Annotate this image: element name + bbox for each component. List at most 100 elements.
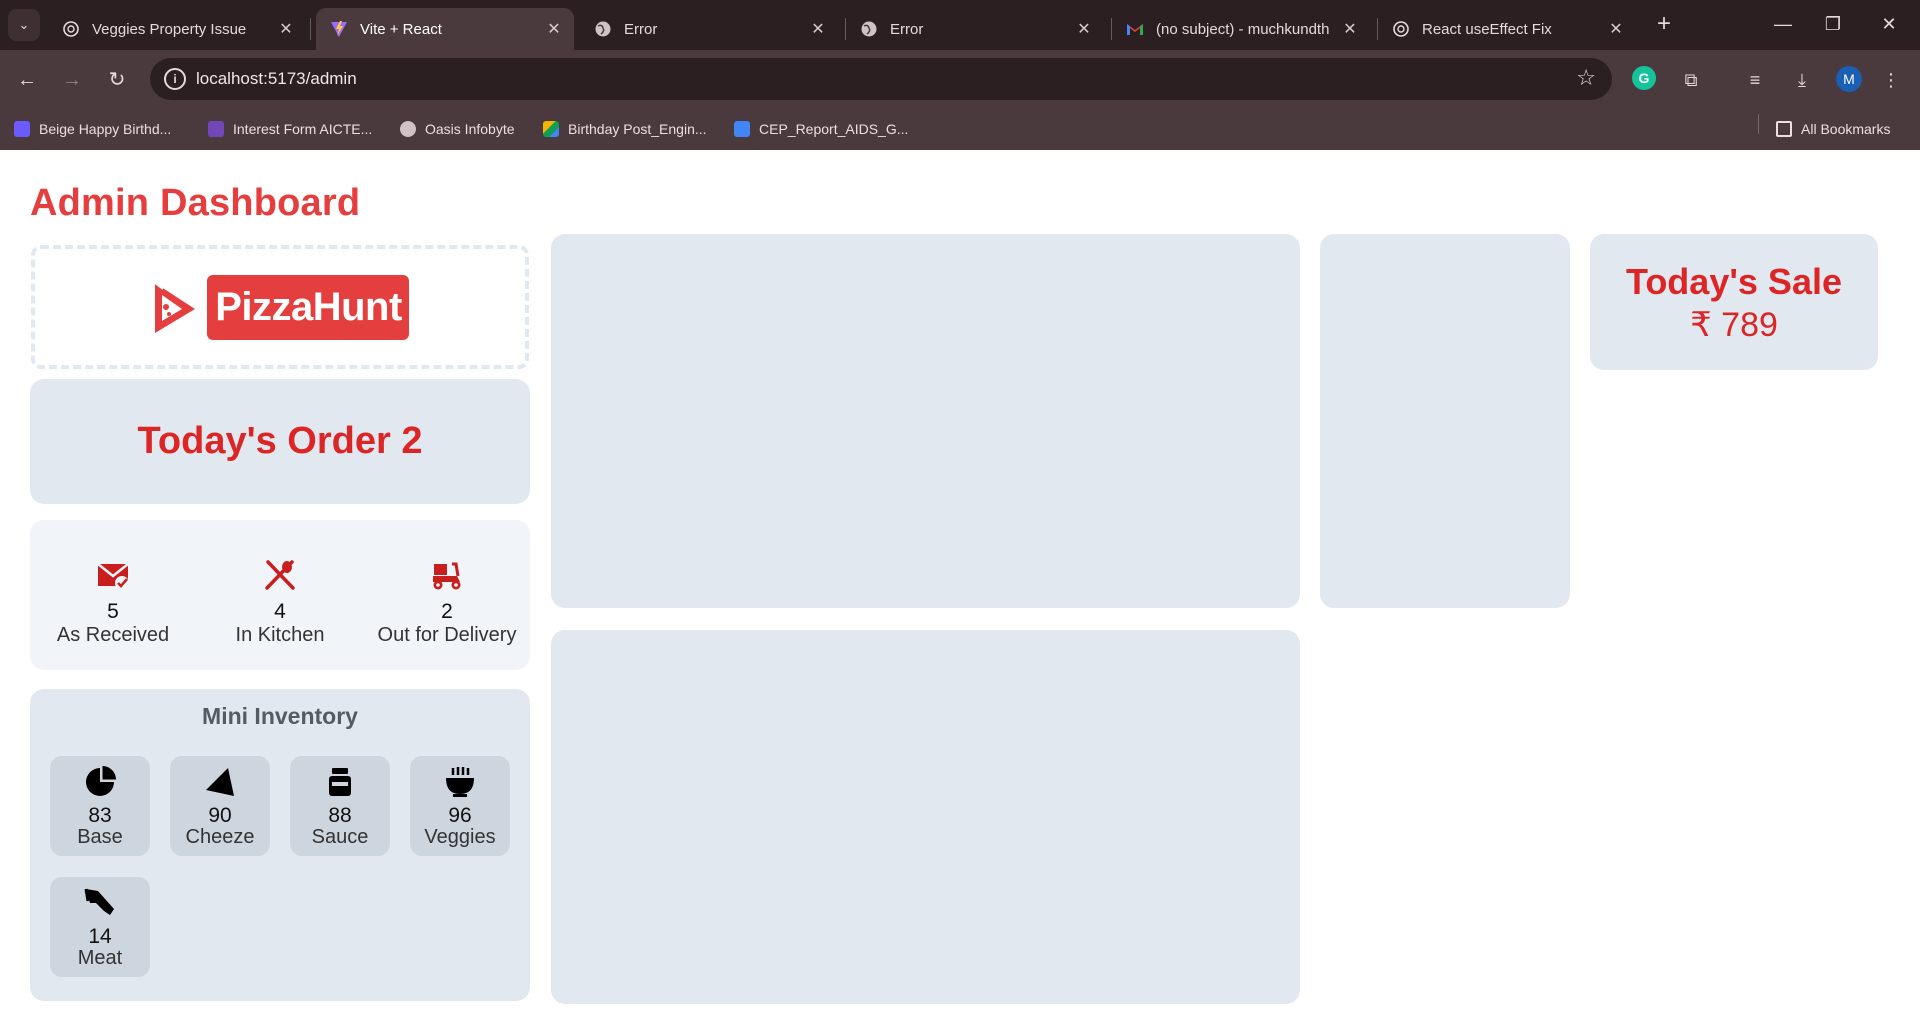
- tab-title: Error: [890, 20, 924, 38]
- page-title: Admin Dashboard: [30, 182, 361, 224]
- order-status-card: 5 As Received 4 In Kitchen 2 Out for Del…: [30, 520, 530, 670]
- tab-error-2[interactable]: Error ✕: [846, 8, 1104, 50]
- status-out-for-delivery: 2 Out for Delivery: [364, 558, 530, 647]
- grammarly-extension-icon[interactable]: G: [1632, 66, 1656, 90]
- reload-icon[interactable]: ↻: [102, 65, 132, 95]
- bookmark-divider: [1758, 114, 1759, 134]
- address-bar[interactable]: i localhost:5173/admin ☆: [150, 58, 1612, 100]
- minimize-icon[interactable]: —: [1760, 10, 1806, 38]
- tab-react-useeffect-fix[interactable]: React useEffect Fix ✕: [1378, 8, 1636, 50]
- menu-kebab-icon[interactable]: ⋮: [1876, 65, 1906, 95]
- logo-container: PizzaHunt: [31, 245, 529, 369]
- tab-title: Error: [624, 20, 658, 38]
- mini-inventory-card: Mini Inventory 83 Base 90 Cheeze 88 Sauc…: [30, 689, 530, 1001]
- site-info-icon[interactable]: i: [164, 68, 186, 90]
- bookmark-item[interactable]: Interest Form AICTE...: [208, 118, 372, 140]
- todays-sale-title: Today's Sale: [1626, 261, 1842, 302]
- cheese-wedge-icon: [206, 768, 234, 796]
- inventory-item-meat: 14 Meat: [50, 877, 150, 977]
- tab-divider: [310, 18, 311, 40]
- close-icon[interactable]: ✕: [544, 19, 564, 39]
- bookmark-star-icon[interactable]: ☆: [1576, 65, 1596, 91]
- tab-title: (no subject) - muchkundth: [1156, 20, 1330, 38]
- globe-icon: [860, 20, 878, 38]
- forms-icon: [208, 121, 224, 137]
- bookmarks-bar: Beige Happy Birthd... Interest Form AICT…: [0, 108, 1920, 150]
- bookmark-item[interactable]: Oasis Infobyte: [400, 118, 515, 140]
- status-label: Out for Delivery: [377, 624, 517, 646]
- drumstick-icon: [84, 888, 114, 915]
- close-icon[interactable]: ✕: [1074, 19, 1094, 39]
- gmail-icon: [1126, 20, 1144, 38]
- pizza-slice-logo-icon: [154, 282, 196, 333]
- folder-icon: [1776, 121, 1792, 137]
- tab-veggies-property-issue[interactable]: Veggies Property Issue ✕: [48, 8, 306, 50]
- status-label: As Received: [56, 624, 170, 646]
- tab-title: React useEffect Fix: [1422, 20, 1552, 38]
- inventory-item-sauce: 88 Sauce: [290, 756, 390, 856]
- bookmark-label: Birthday Post_Engin...: [568, 121, 707, 137]
- close-icon[interactable]: ✕: [276, 19, 296, 39]
- inventory-label: Meat: [77, 947, 123, 969]
- docs-icon: [734, 121, 750, 137]
- todays-order-text: Today's Order 2: [137, 420, 423, 462]
- profile-avatar[interactable]: M: [1836, 66, 1862, 92]
- new-tab-plus-icon[interactable]: +: [1650, 10, 1678, 38]
- status-value: 4: [274, 600, 286, 623]
- inventory-label: Base: [77, 826, 123, 848]
- all-bookmarks-folder[interactable]: All Bookmarks: [1776, 118, 1890, 140]
- url-text[interactable]: localhost:5173/admin: [196, 69, 357, 89]
- download-icon[interactable]: ⤓: [1787, 65, 1817, 95]
- inventory-item-cheeze: 90 Cheeze: [170, 756, 270, 856]
- close-icon[interactable]: ✕: [808, 19, 828, 39]
- close-icon[interactable]: ✕: [1340, 19, 1360, 39]
- inventory-label: Cheeze: [185, 826, 255, 848]
- openai-icon: [1392, 20, 1410, 38]
- media-control-icon[interactable]: ≡: [1740, 65, 1770, 95]
- status-as-received: 5 As Received: [30, 558, 196, 647]
- extensions-puzzle-icon[interactable]: ⧉: [1676, 65, 1706, 95]
- pie-icon: [86, 766, 116, 796]
- bookmark-item[interactable]: Birthday Post_Engin...: [543, 118, 707, 140]
- jar-icon: [329, 768, 351, 796]
- inventory-value: 88: [328, 804, 352, 827]
- inventory-title: Mini Inventory: [202, 703, 358, 729]
- inventory-value: 96: [448, 804, 472, 827]
- todays-order-card: Today's Order 2: [30, 379, 530, 504]
- tab-title: Veggies Property Issue: [92, 20, 247, 38]
- brand-logo-text: PizzaHunt: [207, 274, 409, 340]
- window-close-icon[interactable]: ✕: [1866, 10, 1912, 38]
- utensils-icon: [265, 560, 295, 590]
- bookmark-item[interactable]: CEP_Report_AIDS_G...: [734, 118, 908, 140]
- todays-sale-value: ₹ 789: [1690, 306, 1778, 344]
- close-icon[interactable]: ✕: [1606, 19, 1626, 39]
- status-value: 5: [107, 600, 119, 623]
- inventory-label: Veggies: [424, 826, 496, 848]
- status-in-kitchen: 4 In Kitchen: [197, 558, 363, 647]
- globe-icon: [594, 20, 612, 38]
- all-bookmarks-label: All Bookmarks: [1801, 121, 1891, 137]
- bookmark-item[interactable]: Beige Happy Birthd...: [14, 118, 171, 140]
- browser-tab-bar: ⌄ Veggies Property Issue ✕ Vite + React …: [0, 0, 1920, 50]
- bookmark-label: CEP_Report_AIDS_G...: [759, 121, 909, 137]
- restore-icon[interactable]: ❐: [1810, 10, 1856, 38]
- status-label: In Kitchen: [235, 624, 325, 646]
- inventory-value: 83: [88, 804, 112, 827]
- bowl-icon: [446, 767, 474, 797]
- tab-vite-react[interactable]: Vite + React ✕: [316, 8, 574, 50]
- tab-error-1[interactable]: Error ✕: [580, 8, 838, 50]
- bookmark-label: Oasis Infobyte: [425, 121, 515, 137]
- bookmark-label: Interest Form AICTE...: [233, 121, 373, 137]
- tab-search-chevron-down-icon[interactable]: ⌄: [8, 9, 40, 41]
- admin-dashboard-page: Admin Dashboard PizzaHunt Today's Order …: [0, 150, 1920, 1020]
- globe-icon: [400, 121, 416, 137]
- todays-sale-card: Today's Sale ₹ 789: [1590, 234, 1878, 370]
- back-arrow-icon[interactable]: ←: [12, 65, 42, 95]
- inventory-item-base: 83 Base: [50, 756, 150, 856]
- tab-gmail[interactable]: (no subject) - muchkundth ✕: [1112, 8, 1370, 50]
- openai-icon: [62, 20, 80, 38]
- tab-title: Vite + React: [360, 20, 442, 38]
- bottom-placeholder-panel: [551, 630, 1300, 1004]
- inventory-item-veggies: 96 Veggies: [410, 756, 510, 856]
- forward-arrow-icon[interactable]: →: [57, 65, 87, 95]
